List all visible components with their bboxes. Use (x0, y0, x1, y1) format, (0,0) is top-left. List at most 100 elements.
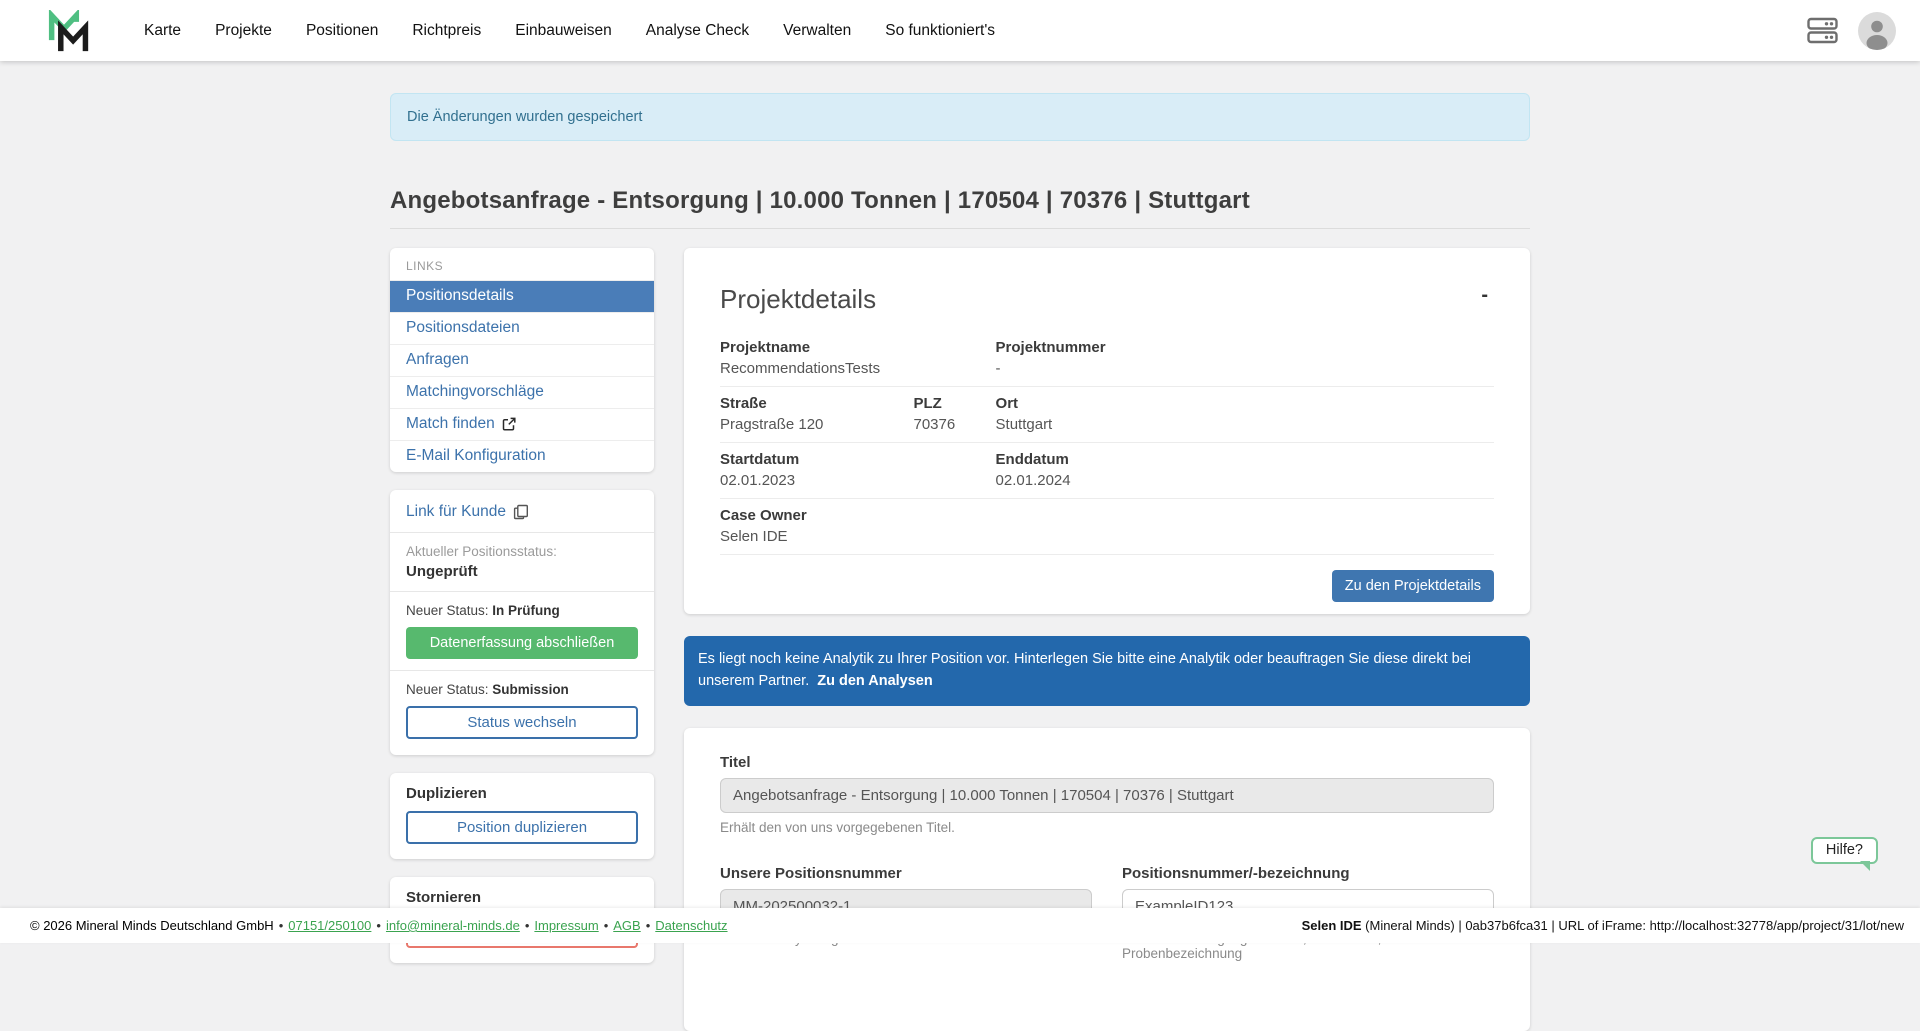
current-status-value: Ungeprüft (406, 563, 638, 580)
nav-item-einbauweisen[interactable]: Einbauweisen (515, 22, 612, 40)
plz-value: 70376 (914, 416, 996, 433)
projektnummer-label: Projektnummer (996, 339, 1494, 356)
card-stack-icon[interactable] (1807, 17, 1838, 44)
project-card-actions: Zu den Projektdetails (720, 555, 1494, 602)
page-content: Die Änderungen wurden gespeichert Angebo… (390, 93, 1530, 1031)
analytics-info-banner: Es liegt noch keine Analytik zu Ihrer Po… (684, 636, 1530, 706)
footer-separator: • (279, 918, 284, 933)
sidebar-item-label: Matchingvorschläge (406, 383, 544, 401)
ort-value: Stuttgart (996, 416, 1494, 433)
footer-copyright: © 2026 Mineral Minds Deutschland GmbH (30, 918, 274, 933)
nav-item-projekte[interactable]: Projekte (215, 22, 272, 40)
new-status-value: In Prüfung (492, 603, 560, 618)
enddatum-label: Enddatum (996, 451, 1494, 468)
footer-email-link[interactable]: info@mineral-minds.de (386, 918, 520, 933)
footer-session-info: Selen IDE (Mineral Minds) | 0ab37b6fca31… (1302, 918, 1904, 933)
current-status-label: Aktueller Positionsstatus: (406, 544, 638, 559)
position-number-label: Positionsnummer/-bezeichnung (1122, 865, 1494, 882)
save-success-alert: Die Änderungen wurden gespeichert (390, 93, 1530, 141)
sidebar-item-label: Positionsdateien (406, 319, 520, 337)
new-status-prefix: Neuer Status: (406, 603, 492, 618)
alert-text: Die Änderungen wurden gespeichert (407, 109, 642, 125)
sidebar-item-anfragen[interactable]: Anfragen (390, 344, 654, 376)
footer-datenschutz-link[interactable]: Datenschutz (655, 918, 727, 933)
status-panel: Link für Kunde Aktueller Positionsstatus… (390, 490, 654, 755)
complete-data-entry-button[interactable]: Datenerfassung abschließen (406, 627, 638, 659)
divider (390, 670, 654, 671)
case-owner-label: Case Owner (720, 507, 1494, 524)
footer-phone-link[interactable]: 07151/250100 (288, 918, 371, 933)
footer-separator: • (525, 918, 530, 933)
sidebar-item-positionsdetails[interactable]: Positionsdetails (390, 280, 654, 312)
user-avatar-icon[interactable] (1858, 12, 1896, 50)
footer-separator: • (376, 918, 381, 933)
startdatum-label: Startdatum (720, 451, 996, 468)
case-owner-value: Selen IDE (720, 528, 1494, 545)
footer-impressum-link[interactable]: Impressum (534, 918, 598, 933)
switch-status-button[interactable]: Status wechseln (406, 706, 638, 739)
analytics-banner-text: Es liegt noch keine Analytik zu Ihrer Po… (698, 651, 1471, 689)
customer-link-label: Link für Kunde (406, 503, 506, 521)
our-position-number-label: Unsere Positionsnummer (720, 865, 1092, 882)
project-row-name-number: Projektname RecommendationsTests Projekt… (720, 331, 1494, 387)
sidebar-item-match-finden[interactable]: Match finden (390, 408, 654, 440)
customer-link[interactable]: Link für Kunde (406, 503, 529, 521)
navbar-right (1807, 12, 1896, 50)
titel-help: Erhält den von uns vorgegebenen Titel. (720, 820, 1494, 835)
new-status-prefix: Neuer Status: (406, 682, 492, 697)
position-form-card: Titel Erhält den von uns vorgegebenen Ti… (684, 728, 1530, 1031)
footer-user: Selen IDE (1302, 918, 1362, 933)
footer-left: © 2026 Mineral Minds Deutschland GmbH • … (30, 918, 728, 933)
nav-item-richtpreis[interactable]: Richtpreis (412, 22, 481, 40)
plz-label: PLZ (914, 395, 996, 412)
new-status-value: Submission (492, 682, 569, 697)
footer-session-details: (Mineral Minds) | 0ab37b6fca31 | URL of … (1362, 918, 1904, 933)
duplicate-panel: Duplizieren Position duplizieren (390, 773, 654, 859)
duplicate-panel-title: Duplizieren (406, 785, 638, 802)
project-row-owner: Case Owner Selen IDE (720, 499, 1494, 555)
projektnummer-value: - (996, 360, 1494, 377)
sidebar-item-label: Anfragen (406, 351, 469, 369)
nav-item-verwalten[interactable]: Verwalten (783, 22, 851, 40)
projektname-value: RecommendationsTests (720, 360, 996, 377)
sidebar-item-email-konfiguration[interactable]: E-Mail Konfiguration (390, 440, 654, 472)
footer-separator: • (646, 918, 651, 933)
titel-label: Titel (720, 754, 1494, 771)
footer: © 2026 Mineral Minds Deutschland GmbH • … (0, 908, 1920, 943)
sidebar-item-label: Match finden (406, 415, 495, 433)
collapse-card-button[interactable]: - (1475, 284, 1494, 306)
sidebar-item-label: E-Mail Konfiguration (406, 447, 546, 465)
divider (390, 532, 654, 533)
go-to-analyses-link[interactable]: Zu den Analysen (817, 673, 932, 689)
footer-separator: • (604, 918, 609, 933)
projektname-label: Projektname (720, 339, 996, 356)
nav-item-analyse-check[interactable]: Analyse Check (646, 22, 749, 40)
page-title: Angebotsanfrage - Entsorgung | 10.000 To… (390, 187, 1530, 229)
ort-label: Ort (996, 395, 1494, 412)
project-details-card: Projektdetails - Projektname Recommendat… (684, 248, 1530, 614)
sidebar-item-positionsdateien[interactable]: Positionsdateien (390, 312, 654, 344)
sidebar-item-label: Positionsdetails (406, 287, 514, 305)
startdatum-value: 02.01.2023 (720, 472, 996, 489)
enddatum-value: 02.01.2024 (996, 472, 1494, 489)
sidebar: LINKS Positionsdetails Positionsdateien … (390, 248, 654, 981)
duplicate-position-button[interactable]: Position duplizieren (406, 811, 638, 844)
project-row-dates: Startdatum 02.01.2023 Enddatum 02.01.202… (720, 443, 1494, 499)
nav-item-positionen[interactable]: Positionen (306, 22, 378, 40)
links-panel-header: LINKS (390, 248, 654, 280)
nav-item-karte[interactable]: Karte (144, 22, 181, 40)
external-link-icon (502, 417, 516, 431)
copy-icon (513, 504, 529, 520)
nav-item-so-funktionierts[interactable]: So funktioniert's (885, 22, 995, 40)
titel-input (720, 778, 1494, 813)
sidebar-item-matchingvorschlaege[interactable]: Matchingvorschläge (390, 376, 654, 408)
help-button[interactable]: Hilfe? (1811, 837, 1878, 864)
project-details-title: Projektdetails (720, 284, 1494, 315)
links-panel: LINKS Positionsdetails Positionsdateien … (390, 248, 654, 472)
logo-mm-icon (46, 10, 92, 52)
project-row-address: Straße Pragstraße 120 PLZ 70376 Ort Stut… (720, 387, 1494, 443)
go-to-project-details-button[interactable]: Zu den Projektdetails (1332, 570, 1494, 602)
mineral-minds-logo[interactable] (46, 10, 92, 52)
divider (390, 591, 654, 592)
footer-agb-link[interactable]: AGB (613, 918, 640, 933)
